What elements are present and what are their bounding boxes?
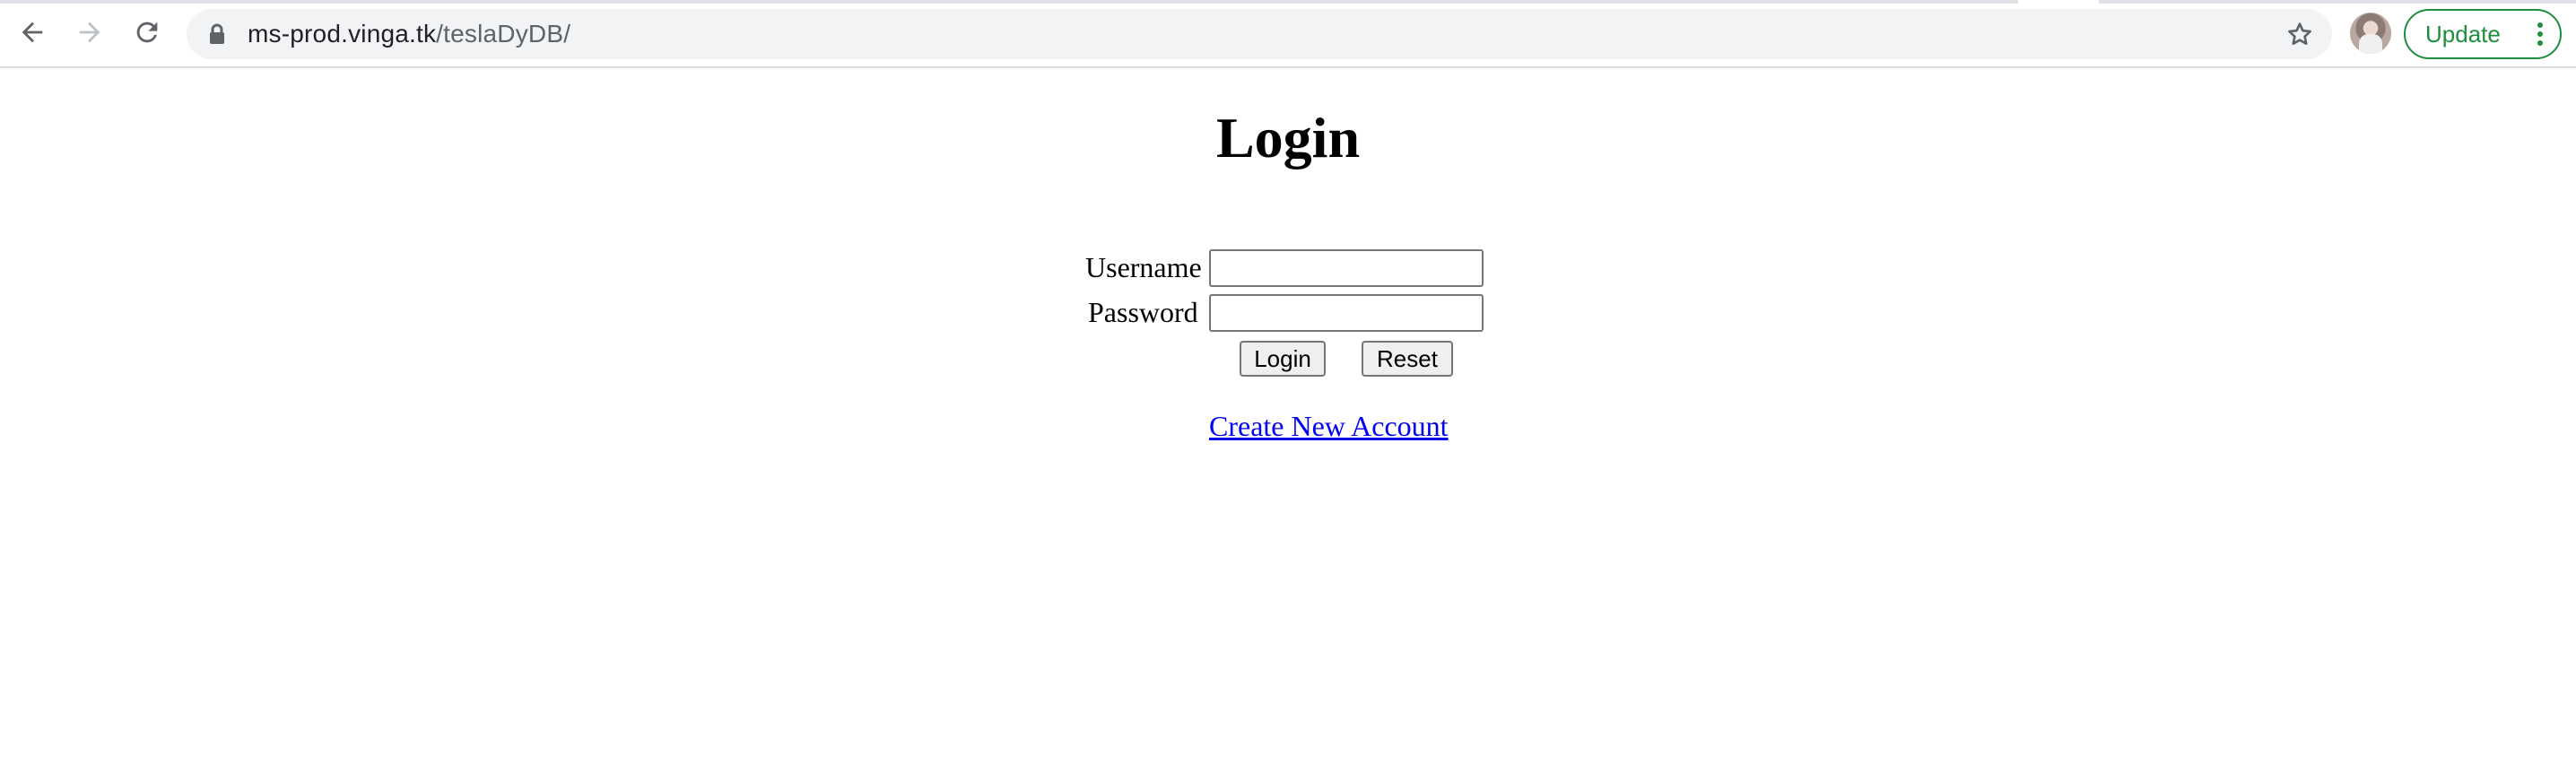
create-account-link[interactable]: Create New Account (1209, 408, 1449, 444)
profile-avatar[interactable] (2350, 13, 2391, 54)
lock-icon[interactable] (208, 23, 226, 45)
tab-strip-edge (0, 0, 2018, 4)
username-input[interactable] (1209, 249, 1484, 287)
reset-button[interactable]: Reset (1362, 341, 1453, 377)
url-text[interactable]: ms-prod.vinga.tk/teslaDyDB/ (248, 9, 570, 59)
address-bar[interactable]: ms-prod.vinga.tk/teslaDyDB/ (187, 9, 2332, 59)
password-label: Password (1088, 296, 1198, 328)
reload-button[interactable] (127, 13, 167, 52)
more-vert-icon[interactable] (2537, 22, 2544, 47)
password-input[interactable] (1209, 294, 1484, 332)
bookmark-star-icon[interactable] (2285, 20, 2314, 48)
login-button[interactable]: Login (1240, 341, 1326, 377)
tab-strip-edge-right (2099, 0, 2576, 4)
forward-button[interactable] (70, 13, 109, 52)
avatar-figure (2359, 34, 2382, 54)
update-button-label: Update (2425, 21, 2501, 48)
browser-toolbar: ms-prod.vinga.tk/teslaDyDB/ Update (0, 0, 2576, 68)
page-title: Login (1215, 106, 1361, 169)
username-label: Username (1085, 251, 1202, 283)
back-arrow-icon (22, 22, 43, 43)
reload-icon (136, 22, 158, 43)
back-button[interactable] (13, 13, 52, 52)
forward-arrow-icon (79, 22, 100, 43)
url-host: ms-prod.vinga.tk (248, 20, 437, 48)
url-path: /teslaDyDB/ (436, 20, 571, 48)
update-button[interactable]: Update (2404, 9, 2562, 59)
